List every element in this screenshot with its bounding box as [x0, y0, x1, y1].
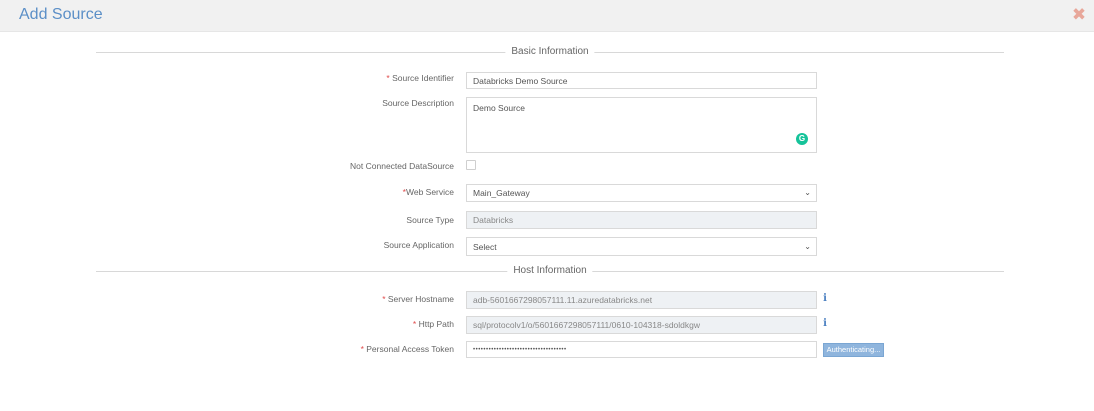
personal-access-token-label: * Personal Access Token	[360, 344, 454, 354]
close-icon[interactable]: ✖	[1071, 6, 1087, 24]
dialog-title: Add Source	[19, 6, 103, 23]
grammarly-icon[interactable]: G	[796, 133, 808, 145]
source-description-label: Source Description	[382, 98, 454, 108]
info-icon[interactable]: i	[822, 294, 828, 304]
section-basic-information: Basic Information	[96, 45, 1004, 59]
source-application-label: Source Application	[383, 240, 454, 250]
source-description-textarea[interactable]: Demo Source G	[466, 97, 817, 153]
authenticating-button[interactable]: Authenticating...	[823, 343, 884, 357]
source-identifier-input[interactable]: Databricks Demo Source	[466, 72, 817, 89]
chevron-down-icon: ⌄	[804, 241, 811, 251]
info-icon[interactable]: i	[822, 319, 828, 329]
source-identifier-label: * Source Identifier	[386, 73, 454, 83]
section-title: Basic Information	[505, 45, 595, 59]
chevron-down-icon: ⌄	[804, 188, 811, 198]
dialog-header: Add Source ✖	[0, 0, 1094, 32]
server-hostname-label: * Server Hostname	[382, 294, 454, 304]
source-application-select[interactable]: Select ⌄	[466, 237, 817, 256]
section-title: Host Information	[507, 264, 593, 278]
http-path-label: * Http Path	[412, 319, 454, 329]
section-host-information: Host Information	[96, 264, 1004, 278]
web-service-label: *Web Service	[402, 187, 454, 197]
source-type-label: Source Type	[406, 215, 454, 225]
not-connected-datasource-label: Not Connected DataSource	[350, 161, 454, 171]
server-hostname-input[interactable]: adb-5601667298057111.11.azuredatabricks.…	[466, 291, 817, 309]
personal-access-token-input[interactable]: ••••••••••••••••••••••••••••••••••••	[466, 341, 817, 358]
not-connected-datasource-checkbox[interactable]	[466, 160, 476, 170]
http-path-input[interactable]: sql/protocolv1/o/5601667298057111/0610-1…	[466, 316, 817, 334]
source-type-field: Databricks	[466, 211, 817, 229]
web-service-select[interactable]: Main_Gateway ⌄	[466, 184, 817, 202]
